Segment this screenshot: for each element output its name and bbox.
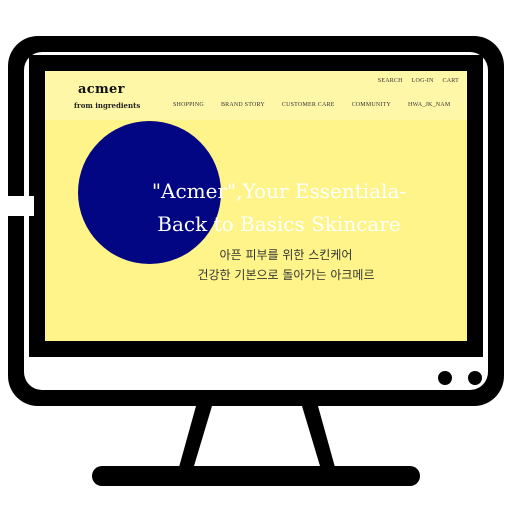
nav-item-brand-story[interactable]: BRAND STORY (221, 102, 265, 108)
hero-subtitle-line: 건강한 기본으로 돌아가는 아크메르 (197, 268, 375, 282)
utility-nav: SEARCH LOG-IN CART (378, 78, 459, 84)
nav-item-customer-care[interactable]: CUSTOMER CARE (282, 102, 335, 108)
login-link[interactable]: LOG-IN (412, 78, 434, 84)
nav-item-shopping[interactable]: SHOPPING (173, 102, 204, 108)
main-nav: SHOPPING BRAND STORY CUSTOMER CARE COMMU… (173, 102, 450, 108)
cart-link[interactable]: CART (443, 78, 459, 84)
hero-subtitle-line: 아픈 피부를 위한 스킨케어 (219, 248, 353, 262)
search-link[interactable]: SEARCH (378, 78, 403, 84)
website-screen: acmer from ingredients SEARCH LOG-IN CAR… (45, 71, 467, 341)
hero-subtitle: 아픈 피부를 위한 스킨케어 건강한 기본으로 돌아가는 아크메르 (156, 245, 416, 285)
hero-title: "Acmer",Your Essentiala- Back to Basics … (109, 175, 449, 241)
site-tagline: from ingredients (74, 101, 141, 110)
nav-item-community[interactable]: COMMUNITY (352, 102, 391, 108)
hero-title-line: Back to Basics Skincare (157, 212, 401, 236)
site-header: acmer from ingredients SEARCH LOG-IN CAR… (45, 71, 467, 120)
desktop-monitor-illustration: acmer from ingredients SEARCH LOG-IN CAR… (0, 0, 512, 512)
monitor-button-icon (468, 371, 482, 385)
nav-item-user[interactable]: HWA_JK_NAM (408, 102, 450, 108)
site-logo[interactable]: acmer (78, 82, 125, 97)
monitor-button-icon (438, 371, 452, 385)
hero-title-line: "Acmer",Your Essentiala- (151, 179, 407, 203)
